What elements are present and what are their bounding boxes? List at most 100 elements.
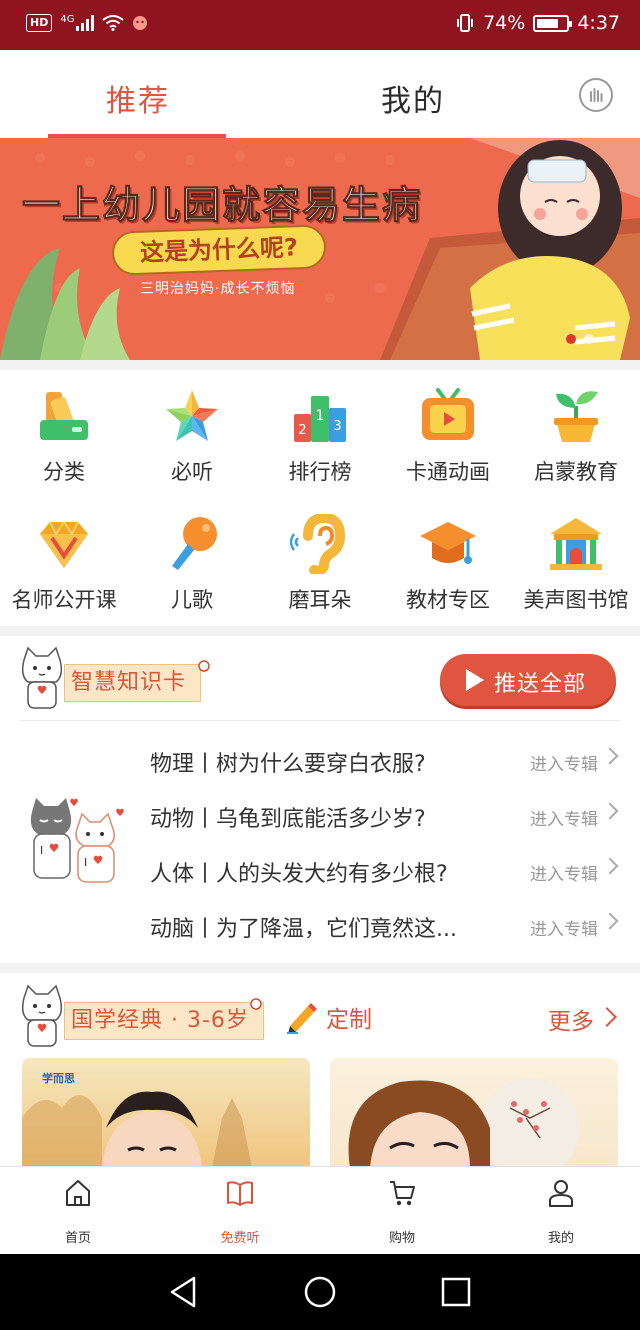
push-all-label: 推送全部 bbox=[494, 672, 587, 697]
customize-button[interactable]: 定制 bbox=[286, 1000, 372, 1034]
hd-badge: HD bbox=[26, 14, 53, 32]
chevron-right-icon bbox=[601, 912, 619, 930]
book-open-icon bbox=[227, 1181, 253, 1206]
nav-label: 首页 bbox=[64, 1231, 91, 1246]
status-right: 74% 4:37 bbox=[455, 12, 620, 34]
category-item-library[interactable]: 美声图书馆 bbox=[512, 498, 640, 626]
album-cover-art bbox=[348, 1078, 580, 1168]
divider bbox=[20, 720, 620, 721]
knowledge-title: 动物丨乌龟到底能活多少岁? bbox=[150, 807, 426, 832]
chevron-right-icon bbox=[601, 802, 619, 820]
network-type: 4G bbox=[60, 13, 75, 25]
push-all-button[interactable]: 推送全部 bbox=[440, 654, 616, 706]
list-item[interactable]: 动物丨乌龟到底能活多少岁? 进入专辑 bbox=[0, 789, 640, 844]
section-gap bbox=[0, 963, 640, 973]
category-label: 排行榜 bbox=[288, 460, 352, 484]
category-label: 儿歌 bbox=[171, 588, 213, 612]
album-card[interactable]: 学而思 bbox=[22, 1058, 310, 1168]
bar-chart-circle-icon[interactable] bbox=[579, 78, 613, 112]
category-label: 名师公开课 bbox=[11, 588, 117, 612]
enter-album-link[interactable]: 进入专辑 bbox=[530, 860, 598, 885]
battery-icon bbox=[533, 14, 573, 32]
tab-mine[interactable]: 我的 bbox=[381, 76, 445, 120]
svg-text:1: 1 bbox=[316, 408, 325, 424]
cat-mascot-icon bbox=[21, 646, 63, 709]
home-circle-icon[interactable] bbox=[302, 1274, 338, 1310]
clock: 4:37 bbox=[577, 12, 620, 34]
recent-apps-icon[interactable] bbox=[438, 1274, 474, 1310]
banner-title: 一上幼儿园就容易生病 bbox=[21, 183, 423, 228]
category-item-ranking[interactable]: 2 1 3 排行榜 bbox=[256, 370, 384, 498]
tv-play-icon bbox=[422, 388, 474, 440]
banner-pager bbox=[566, 334, 594, 344]
nav-label: 我的 bbox=[547, 1231, 574, 1246]
nav-free-listen[interactable]: 免费听 bbox=[190, 1167, 290, 1255]
category-label: 启蒙教育 bbox=[534, 460, 618, 484]
enter-album-link[interactable]: 进入专辑 bbox=[530, 915, 598, 940]
person-icon bbox=[549, 1180, 573, 1207]
banner-subtitle: 三明治妈妈·成长不烦恼 bbox=[140, 281, 296, 297]
ear-icon bbox=[290, 514, 346, 574]
more-link[interactable]: 更多 bbox=[548, 1002, 594, 1036]
knowledge-header: 智慧知识卡 推送全部 bbox=[0, 636, 640, 720]
nav-shopping[interactable]: 购物 bbox=[352, 1167, 452, 1255]
category-item-textbook[interactable]: 教材专区 bbox=[384, 498, 512, 626]
cart-icon bbox=[390, 1181, 415, 1206]
tag-pin-icon bbox=[250, 998, 262, 1010]
section-tag-knowledge: 智慧知识卡 bbox=[64, 664, 202, 702]
pager-dot-active bbox=[566, 334, 576, 344]
graduation-cap-icon bbox=[420, 522, 476, 564]
list-item[interactable]: 物理丨树为什么要穿白衣服? 进入专辑 bbox=[0, 734, 640, 789]
category-item-bidting[interactable]: 必听 bbox=[128, 370, 256, 498]
category-item-fenlei[interactable]: 分类 bbox=[0, 370, 128, 498]
section-gap bbox=[0, 360, 640, 370]
category-label: 必听 bbox=[171, 460, 213, 484]
section-tag-classics: 国学经典 · 3-6岁 bbox=[64, 1002, 264, 1040]
category-grid: 分类 必听 2 1 3 排行榜 卡通动画 启蒙教育 名师公开课 儿歌 磨耳朵 教… bbox=[0, 370, 640, 626]
battery-percent: 74% bbox=[483, 12, 526, 34]
ranking-podium-icon: 2 1 3 bbox=[294, 396, 346, 442]
knowledge-title: 动脑丨为了降温，它们竟然这... bbox=[150, 917, 457, 942]
category-item-cartoon[interactable]: 卡通动画 bbox=[384, 370, 512, 498]
nav-label: 免费听 bbox=[220, 1231, 260, 1246]
category-item-masterclass[interactable]: 名师公开课 bbox=[0, 498, 128, 626]
category-label: 教材专区 bbox=[406, 588, 490, 612]
category-item-enlightenment[interactable]: 启蒙教育 bbox=[512, 370, 640, 498]
list-item[interactable]: 人体丨人的头发大约有多少根? 进入专辑 bbox=[0, 844, 640, 899]
knowledge-title: 物理丨树为什么要穿白衣服? bbox=[150, 752, 426, 777]
nav-label: 购物 bbox=[388, 1231, 415, 1246]
category-label: 美声图书馆 bbox=[523, 588, 629, 612]
status-bar: HD 4G 74% 4:37 bbox=[0, 0, 640, 50]
chevron-right-icon bbox=[601, 857, 619, 875]
category-item-ear-training[interactable]: 磨耳朵 bbox=[256, 498, 384, 626]
enter-album-link[interactable]: 进入专辑 bbox=[530, 805, 598, 830]
banner-question: 这是为什么呢? bbox=[111, 224, 327, 276]
microphone-icon bbox=[172, 517, 217, 570]
chevron-right-icon bbox=[601, 747, 619, 765]
star-icon bbox=[166, 390, 218, 441]
pager-dot bbox=[584, 334, 594, 344]
app-notification-icon bbox=[133, 16, 148, 30]
knowledge-title: 人体丨人的头发大约有多少根? bbox=[150, 862, 448, 887]
category-item-songs[interactable]: 儿歌 bbox=[128, 498, 256, 626]
promo-banner[interactable]: 一上幼儿园就容易生病 这是为什么呢? 三明治妈妈·成长不烦恼 bbox=[0, 138, 640, 360]
back-icon[interactable] bbox=[166, 1274, 202, 1310]
pencil-icon bbox=[287, 1003, 317, 1034]
category-label: 分类 bbox=[43, 460, 85, 484]
system-nav-bar bbox=[0, 1254, 640, 1330]
list-item[interactable]: 动脑丨为了降温，它们竟然这... 进入专辑 bbox=[0, 899, 640, 954]
nav-home[interactable]: 首页 bbox=[28, 1167, 128, 1255]
status-left-icons: HD 4G bbox=[26, 14, 148, 32]
vibrate-icon bbox=[457, 14, 474, 32]
album-card[interactable] bbox=[330, 1058, 618, 1168]
cat-mascot-icon bbox=[21, 984, 63, 1047]
customize-label: 定制 bbox=[326, 1007, 372, 1033]
svg-text:3: 3 bbox=[333, 419, 341, 434]
sprout-pot-icon bbox=[554, 391, 598, 442]
category-icon bbox=[40, 392, 88, 440]
svg-text:2: 2 bbox=[298, 423, 306, 438]
tab-recommend[interactable]: 推荐 bbox=[106, 76, 170, 120]
nav-mine[interactable]: 我的 bbox=[511, 1167, 611, 1255]
enter-album-link[interactable]: 进入专辑 bbox=[530, 750, 598, 775]
diamond-icon bbox=[40, 520, 88, 568]
